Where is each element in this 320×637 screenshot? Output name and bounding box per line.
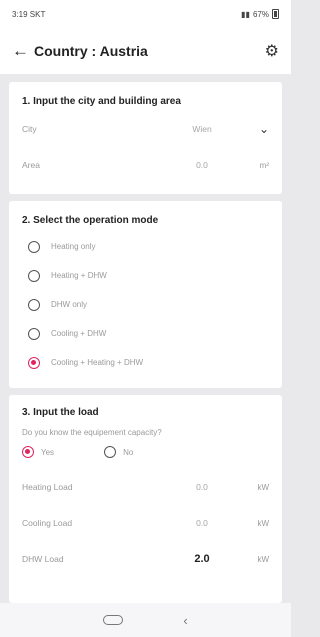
mode-option-label: Heating + DHW: [51, 271, 107, 280]
operation-mode-card: 2. Select the operation mode Heating onl…: [9, 201, 282, 388]
mode-option-label: Cooling + Heating + DHW: [51, 358, 144, 367]
load-card: 3. Input the load Do you know the equipe…: [9, 395, 282, 603]
home-button[interactable]: [103, 615, 124, 625]
status-bar: 3:19 SKT ▮▮ 67%: [0, 0, 291, 28]
city-label: City: [22, 124, 37, 134]
city-area-card: 1. Input the city and building area City…: [9, 82, 282, 194]
dhw-load-row: DHW Load 2.0 kW: [22, 541, 269, 577]
area-field[interactable]: 0.0: [163, 160, 241, 170]
status-icons: ▮▮ 67%: [241, 9, 279, 19]
yes-label: Yes: [41, 447, 55, 457]
no-label: No: [123, 447, 134, 457]
area-unit: m²: [259, 160, 269, 170]
radio-button[interactable]: [104, 446, 117, 458]
mode-option-dhw-only[interactable]: DHW only: [22, 290, 269, 319]
page-title: Country : Austria: [34, 43, 148, 59]
mode-option-heating-dhw[interactable]: Heating + DHW: [22, 261, 269, 290]
radio-button[interactable]: [28, 298, 40, 311]
cooling-load-field[interactable]: 0.0: [163, 518, 241, 528]
dhw-load-field[interactable]: 2.0: [163, 553, 241, 565]
arrow-left-icon[interactable]: ←: [12, 41, 34, 61]
cooling-load-label: Cooling Load: [22, 518, 73, 528]
city-row[interactable]: City Wien ⌄: [22, 111, 269, 147]
signal-icon: ▮▮: [241, 9, 250, 19]
status-time: 3:19 SKT: [12, 9, 46, 19]
back-nav-icon[interactable]: ‹: [183, 613, 187, 628]
heating-load-unit: kW: [257, 482, 269, 492]
heating-load-label: Heating Load: [22, 482, 73, 492]
city-value[interactable]: Wien: [163, 124, 241, 134]
battery-percent: 67%: [252, 9, 269, 19]
cooling-load-unit: kW: [257, 518, 269, 528]
chevron-down-icon[interactable]: ⌄: [241, 122, 269, 136]
heating-load-row: Heating Load 0.0 kW: [22, 469, 269, 505]
radio-button[interactable]: [28, 269, 40, 282]
dhw-load-unit: kW: [257, 554, 269, 564]
cooling-load-row: Cooling Load 0.0 kW: [22, 505, 269, 541]
app-bar: ← Country : Austria ⚙: [0, 28, 291, 74]
area-row: Area 0.0 m²: [22, 147, 269, 183]
mode-option-label: Cooling + DHW: [51, 329, 107, 338]
radio-button[interactable]: [28, 240, 40, 253]
capacity-choice: Yes No: [22, 437, 269, 467]
mode-option-label: Heating only: [51, 242, 96, 251]
no-option[interactable]: No: [104, 446, 133, 458]
area-label: Area: [22, 160, 40, 170]
heating-load-field[interactable]: 0.0: [163, 482, 241, 492]
radio-button-selected[interactable]: [22, 446, 34, 458]
mode-option-cooling-heating-dhw[interactable]: Cooling + Heating + DHW: [22, 348, 269, 377]
radio-button[interactable]: [28, 327, 40, 340]
mode-option-heating-only[interactable]: Heating only: [22, 232, 269, 261]
mode-option-cooling-dhw[interactable]: Cooling + DHW: [22, 319, 269, 348]
dhw-load-label: DHW Load: [22, 554, 64, 564]
section2-title: 2. Select the operation mode: [22, 215, 159, 226]
yes-option[interactable]: Yes: [22, 446, 54, 458]
section3-title: 3. Input the load: [22, 407, 99, 418]
radio-button-selected[interactable]: [28, 356, 40, 369]
battery-icon: [272, 9, 279, 19]
system-nav-bar: ‹: [0, 603, 291, 637]
gear-icon[interactable]: ⚙: [265, 41, 279, 61]
section1-title: 1. Input the city and building area: [22, 96, 181, 107]
capacity-question: Do you know the equipement capacity?: [22, 428, 162, 437]
mode-option-label: DHW only: [51, 300, 88, 309]
